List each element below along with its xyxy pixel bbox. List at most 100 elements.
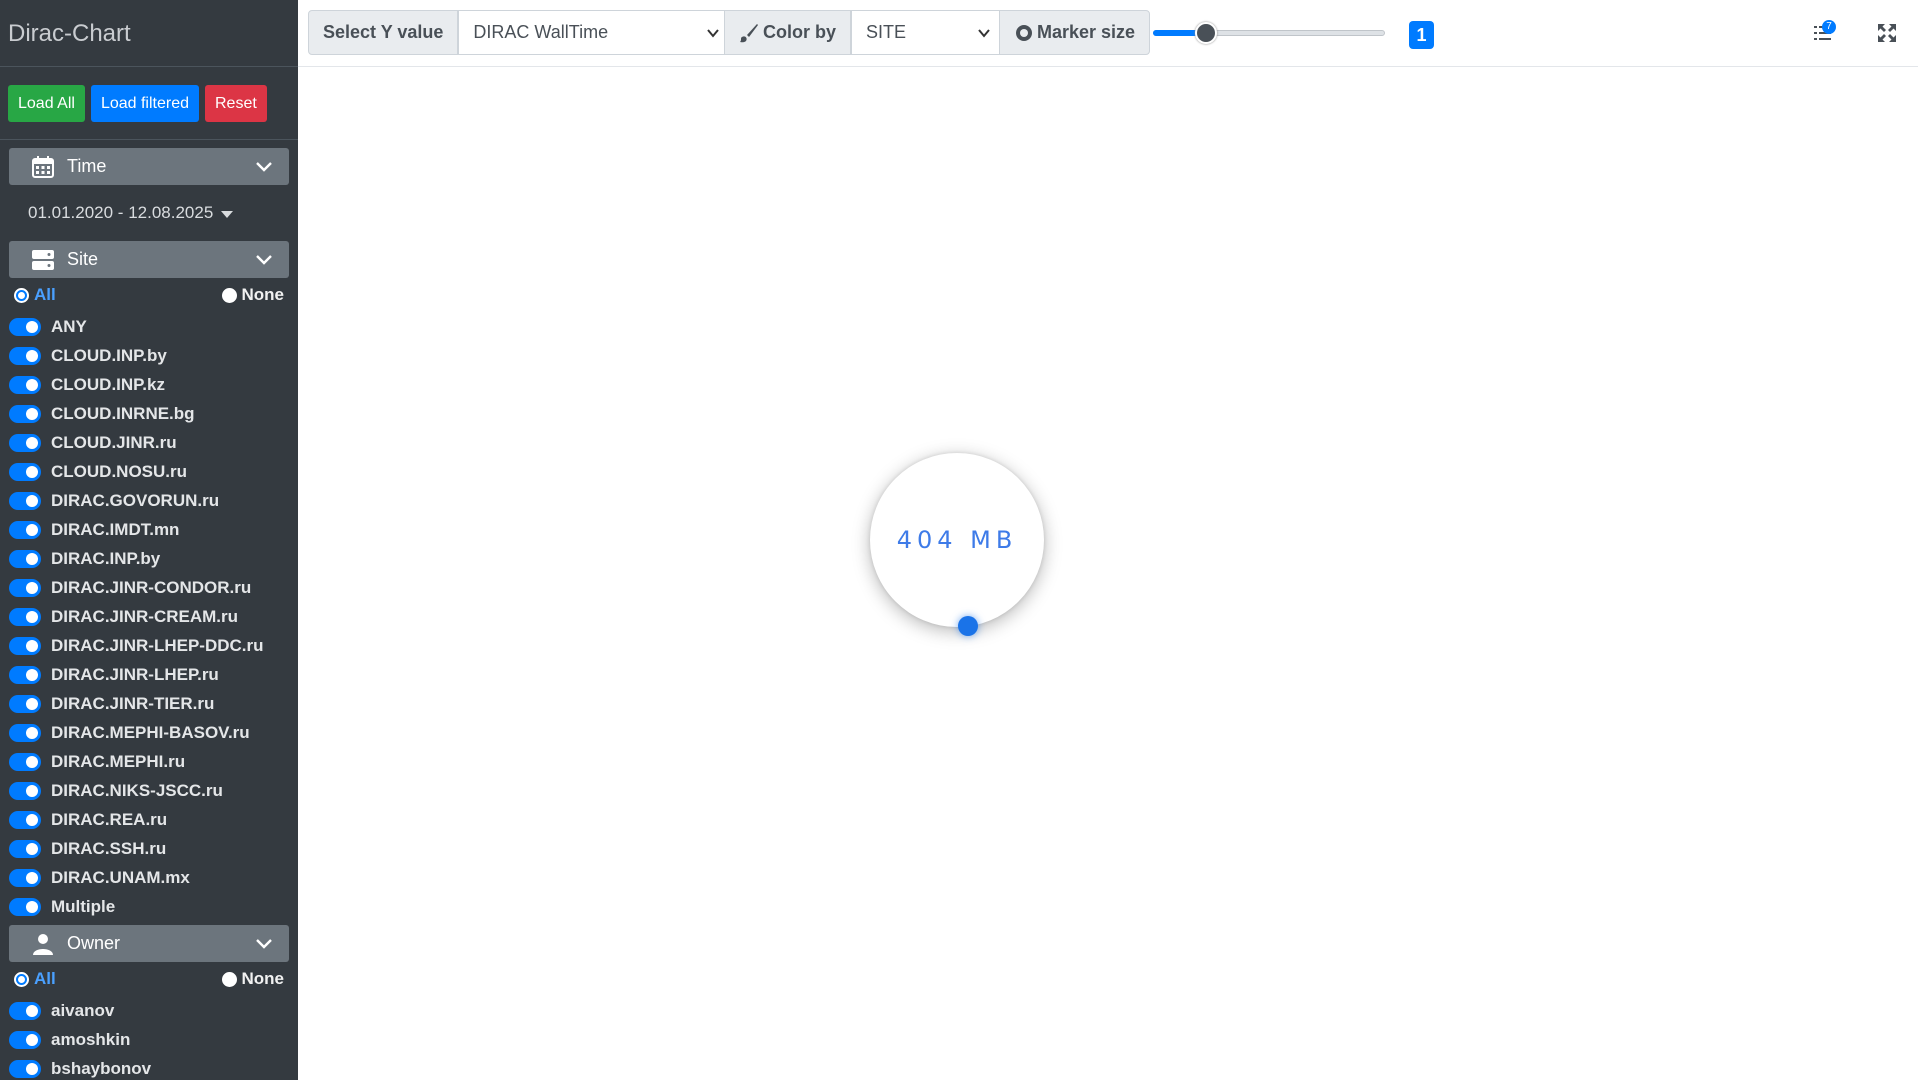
sidebar: Dirac-Chart Load All Load filtered Reset…	[0, 0, 298, 1080]
toggle-switch[interactable]	[9, 346, 41, 365]
marker-size-text: Marker size	[1037, 22, 1136, 42]
site-toggle-label: Multiple	[51, 896, 116, 916]
loading-spinner-dot	[958, 616, 978, 636]
toggle-switch[interactable]	[9, 868, 41, 887]
time-section-header[interactable]: Time	[9, 148, 289, 185]
toggle-switch[interactable]	[9, 810, 41, 829]
owner-none-label: None	[241, 969, 285, 988]
toggle-switch[interactable]	[9, 549, 41, 568]
paint-brush-icon	[740, 23, 758, 42]
site-toggle-item[interactable]: DIRAC.REA.ru	[0, 805, 298, 834]
toggle-switch[interactable]	[9, 636, 41, 655]
site-toggle-item[interactable]: DIRAC.SSH.ru	[0, 834, 298, 863]
site-toggle-item[interactable]: DIRAC.JINR-LHEP.ru	[0, 660, 298, 689]
toggle-switch[interactable]	[9, 375, 41, 394]
toggle-switch[interactable]	[9, 781, 41, 800]
user-icon	[33, 933, 53, 955]
toggle-switch[interactable]	[9, 723, 41, 742]
site-toggle-item[interactable]: CLOUD.INRNE.bg	[0, 399, 298, 428]
owner-toggle-item[interactable]: amoshkin	[0, 1025, 298, 1054]
site-toggle-item[interactable]: DIRAC.JINR-LHEP-DDC.ru	[0, 631, 298, 660]
reset-button[interactable]: Reset	[205, 85, 267, 122]
toggle-switch[interactable]	[9, 578, 41, 597]
marker-size-value: 1	[1409, 21, 1434, 49]
loading-size-text: 404 MB	[896, 526, 1018, 554]
toggle-switch[interactable]	[9, 491, 41, 510]
toggle-switch[interactable]	[9, 433, 41, 452]
site-toggle-item[interactable]: ANY	[0, 312, 298, 341]
toggle-switch[interactable]	[9, 752, 41, 771]
radio-unchecked-icon	[221, 971, 237, 987]
toggle-switch[interactable]	[9, 1001, 41, 1020]
site-toggle-item[interactable]: CLOUD.INP.by	[0, 341, 298, 370]
site-toggle-item[interactable]: DIRAC.UNAM.mx	[0, 863, 298, 892]
owner-all-radio[interactable]: All	[14, 969, 56, 989]
load-filtered-button[interactable]: Load filtered	[90, 85, 199, 122]
toggle-switch[interactable]	[9, 1059, 41, 1078]
color-by-group: Color by SITE	[724, 10, 1001, 55]
site-toggle-label: CLOUD.INRNE.bg	[51, 403, 195, 423]
site-toggle-label: DIRAC.JINR-LHEP-DDC.ru	[51, 635, 264, 655]
toggle-switch[interactable]	[9, 520, 41, 539]
site-toggle-item[interactable]: DIRAC.MEPHI-BASOV.ru	[0, 718, 298, 747]
site-toggle-item[interactable]: DIRAC.GOVORUN.ru	[0, 486, 298, 515]
toggle-switch[interactable]	[9, 694, 41, 713]
load-all-button[interactable]: Load All	[8, 85, 85, 122]
date-range-value: 01.01.2020 - 12.08.2025	[28, 203, 214, 222]
site-toggle-item[interactable]: DIRAC.IMDT.mn	[0, 515, 298, 544]
marker-size-slider[interactable]	[1153, 20, 1385, 46]
y-value-group: Select Y value DIRAC WallTime	[308, 10, 730, 55]
site-all-radio[interactable]: All	[14, 285, 56, 305]
color-by-text: Color by	[763, 22, 837, 42]
site-toggle-label: CLOUD.NOSU.ru	[51, 461, 187, 481]
site-toggle-item[interactable]: Multiple	[0, 892, 298, 921]
site-toggle-item[interactable]: DIRAC.MEPHI.ru	[0, 747, 298, 776]
owner-toggle-label: bshaybonov	[51, 1058, 152, 1078]
chevron-down-icon	[978, 29, 990, 38]
color-by-select[interactable]: SITE	[851, 10, 1001, 55]
site-list: ANY CLOUD.INP.by CLOUD.INP.kz CLOUD.INRNE.b…	[0, 312, 298, 921]
site-toggle-item[interactable]: DIRAC.JINR-CONDOR.ru	[0, 573, 298, 602]
y-value-select[interactable]: DIRAC WallTime	[458, 10, 730, 55]
toggle-switch[interactable]	[9, 317, 41, 336]
radio-unchecked-icon	[221, 287, 237, 303]
owner-section-header[interactable]: Owner	[9, 925, 289, 962]
owner-list: aivanov amoshkin bshaybonov	[0, 996, 298, 1080]
y-value-label: Select Y value	[308, 10, 459, 55]
site-toggle-item[interactable]: CLOUD.INP.kz	[0, 370, 298, 399]
site-toggle-item[interactable]: DIRAC.NIKS-JSCC.ru	[0, 776, 298, 805]
owner-section-label: Owner	[67, 933, 121, 953]
site-toggle-label: CLOUD.INP.kz	[51, 374, 165, 394]
slider-thumb[interactable]	[1195, 22, 1217, 44]
site-toggle-item[interactable]: CLOUD.JINR.ru	[0, 428, 298, 457]
toggle-switch[interactable]	[9, 897, 41, 916]
toggle-switch[interactable]	[9, 665, 41, 684]
site-all-label: All	[34, 285, 56, 304]
expand-icon[interactable]	[1874, 20, 1900, 46]
site-toggle-label: DIRAC.INP.by	[51, 548, 161, 568]
date-range-picker[interactable]: 01.01.2020 - 12.08.2025	[0, 185, 298, 241]
owner-all-label: All	[34, 969, 56, 988]
toggle-switch[interactable]	[9, 839, 41, 858]
site-none-radio[interactable]: None	[221, 285, 284, 305]
site-toggle-label: DIRAC.IMDT.mn	[51, 519, 180, 539]
site-toggle-item[interactable]: DIRAC.JINR-TIER.ru	[0, 689, 298, 718]
toggle-switch[interactable]	[9, 607, 41, 626]
site-toggle-item[interactable]: DIRAC.INP.by	[0, 544, 298, 573]
chart-area: 404 MB	[298, 67, 1918, 1080]
site-toggle-label: DIRAC.MEPHI-BASOV.ru	[51, 722, 250, 742]
owner-toggle-item[interactable]: bshaybonov	[0, 1054, 298, 1080]
site-select-radios: All None	[0, 278, 298, 312]
toggle-switch[interactable]	[9, 404, 41, 423]
site-toggle-item[interactable]: DIRAC.JINR-CREAM.ru	[0, 602, 298, 631]
owner-toggle-label: amoshkin	[51, 1029, 131, 1049]
owner-toggle-label: aivanov	[51, 1000, 115, 1020]
owner-toggle-item[interactable]: aivanov	[0, 996, 298, 1025]
site-section-header[interactable]: Site	[9, 241, 289, 278]
owner-none-radio[interactable]: None	[221, 969, 285, 989]
marker-size-group: Marker size	[999, 10, 1151, 55]
chevron-down-icon	[256, 939, 272, 949]
site-toggle-item[interactable]: CLOUD.NOSU.ru	[0, 457, 298, 486]
toggle-switch[interactable]	[9, 1030, 41, 1049]
toggle-switch[interactable]	[9, 462, 41, 481]
